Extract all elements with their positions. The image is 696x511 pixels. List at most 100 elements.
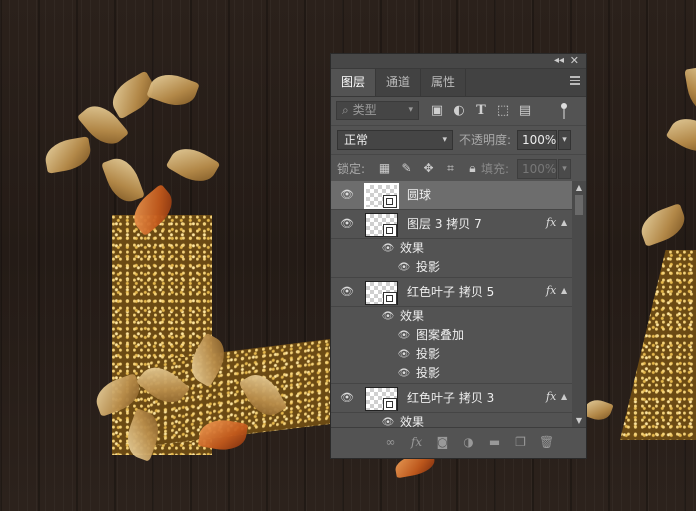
lock-paint-icon[interactable]: ✎ xyxy=(399,161,414,176)
eye-icon[interactable]: 👁︎ xyxy=(397,261,411,274)
lock-artboard-icon[interactable]: ⌗ xyxy=(443,161,458,176)
leaf-decoration xyxy=(684,64,696,116)
opacity-input[interactable]: 100% xyxy=(517,130,557,150)
effects-label: 效果 xyxy=(400,309,425,323)
new-group-icon[interactable]: ▬ xyxy=(487,435,502,450)
effect-name: 图案叠加 xyxy=(416,328,465,342)
adjustment-layer-icon[interactable]: ◑ xyxy=(461,435,476,450)
leaf-decoration xyxy=(165,140,221,190)
filter-type-label: 类型 xyxy=(352,103,377,117)
layer-name[interactable]: 红色叶子 拷贝 5 xyxy=(407,278,494,306)
leaf-decoration xyxy=(636,203,690,247)
scroll-down-icon[interactable]: ▼ xyxy=(572,416,586,425)
eye-icon[interactable]: 👁︎ xyxy=(397,348,411,361)
panel-title-bar[interactable]: ◂◂ ✕ xyxy=(331,54,586,69)
layer-row[interactable]: 👁︎ 图层 3 拷贝 7 fx ▲ xyxy=(331,210,572,239)
glitter-right-shape xyxy=(620,250,696,440)
effect-row[interactable]: 👁︎ 投影 xyxy=(331,364,572,383)
eye-icon[interactable]: 👁︎ xyxy=(340,188,354,202)
effects-label: 效果 xyxy=(400,415,425,427)
eye-icon[interactable]: 👁︎ xyxy=(381,242,395,255)
layer-row[interactable]: 👁︎ 红色叶子 拷贝 5 fx ▲ xyxy=(331,277,572,307)
eye-icon[interactable]: 👁︎ xyxy=(340,217,354,231)
effects-row[interactable]: 👁︎ 效果 xyxy=(331,239,572,258)
chevron-down-icon: ▾ xyxy=(408,105,413,115)
blend-mode-value: 正常 xyxy=(344,133,369,147)
adjustment-filter-icon[interactable]: ◐ xyxy=(451,103,467,119)
collapse-panel-icon[interactable]: ◂◂ xyxy=(554,54,564,68)
smart-object-badge-icon xyxy=(383,292,397,305)
layers-scrollbar[interactable]: ▲ ▼ xyxy=(572,181,586,427)
panel-bottom-toolbar: ∞ fx ◙ ◑ ▬ ❐ 🗑︎ xyxy=(331,427,586,458)
eye-icon[interactable]: 👁︎ xyxy=(397,329,411,342)
text-filter-icon[interactable]: T xyxy=(473,103,489,119)
eye-icon[interactable]: 👁︎ xyxy=(340,391,354,405)
layers-list: 👁︎ 圆球 👁︎ 图层 3 拷贝 7 fx ▲ 👁︎ 效果 👁︎ 投影 👁︎ 红… xyxy=(331,181,572,427)
shape-filter-icon[interactable]: ⬚ xyxy=(495,103,511,119)
fill-input[interactable]: 100% xyxy=(517,159,557,179)
smart-object-filter-icon[interactable]: ▤ xyxy=(517,103,533,119)
new-layer-icon[interactable]: ❐ xyxy=(513,435,528,450)
layer-name[interactable]: 图层 3 拷贝 7 xyxy=(407,210,482,238)
layer-name[interactable]: 红色叶子 拷贝 3 xyxy=(407,384,494,412)
fx-icon[interactable]: fx xyxy=(546,210,556,236)
layer-row[interactable]: 👁︎ 圆球 xyxy=(331,181,572,210)
effects-label: 效果 xyxy=(400,241,425,255)
scroll-up-icon[interactable]: ▲ xyxy=(572,183,586,192)
opacity-label: 不透明度: xyxy=(459,133,512,147)
blend-row: 正常 ▾ 不透明度: 100% ▾ xyxy=(331,126,586,155)
layer-row[interactable]: 👁︎ 红色叶子 拷贝 3 fx ▲ xyxy=(331,383,572,413)
blend-mode-select[interactable]: 正常 ▾ xyxy=(337,130,453,150)
bottom-icons: ∞ fx ◙ ◑ ▬ ❐ 🗑︎ xyxy=(383,435,555,450)
fill-label: 填充: xyxy=(481,162,510,176)
leaf-decoration xyxy=(101,153,145,207)
eye-icon[interactable]: 👁︎ xyxy=(381,310,395,323)
effect-name: 投影 xyxy=(416,260,441,274)
leaf-decoration xyxy=(146,68,200,112)
layer-name[interactable]: 圆球 xyxy=(407,181,431,209)
collapse-effects-icon[interactable]: ▲ xyxy=(561,210,567,236)
lock-position-icon[interactable]: ✥ xyxy=(421,161,436,176)
filter-toggle[interactable] xyxy=(560,103,567,119)
smart-object-badge-icon xyxy=(383,398,397,411)
fill-dropdown[interactable]: ▾ xyxy=(558,159,571,179)
fx-icon[interactable]: fx xyxy=(546,384,556,410)
close-icon[interactable]: ✕ xyxy=(570,54,579,68)
effect-row[interactable]: 👁︎ 图案叠加 xyxy=(331,326,572,345)
eye-icon[interactable]: 👁︎ xyxy=(397,367,411,380)
eye-icon[interactable]: 👁︎ xyxy=(340,285,354,299)
collapse-effects-icon[interactable]: ▲ xyxy=(561,278,567,304)
effect-row[interactable]: 👁︎ 投影 xyxy=(331,345,572,364)
image-filter-icon[interactable]: ▣ xyxy=(429,103,445,119)
effects-row[interactable]: 👁︎ 效果 xyxy=(331,413,572,427)
fx-icon[interactable]: fx xyxy=(546,278,556,304)
eye-icon[interactable]: 👁︎ xyxy=(381,416,395,427)
chevron-down-icon: ▾ xyxy=(442,135,447,145)
link-layers-icon[interactable]: ∞ xyxy=(383,435,398,450)
lock-all-icon[interactable]: 🔒︎ xyxy=(465,161,480,176)
add-mask-icon[interactable]: ◙ xyxy=(435,435,450,450)
smart-object-badge-icon xyxy=(383,195,397,208)
leaf-decoration xyxy=(665,110,696,160)
scroll-thumb[interactable] xyxy=(575,195,583,215)
tab-layers[interactable]: 图层 xyxy=(331,69,377,96)
lock-row: 锁定: ▦ ✎ ✥ ⌗ 🔒︎ 填充: 100% ▾ xyxy=(331,155,586,184)
tab-channels[interactable]: 通道 xyxy=(376,69,422,96)
fx-icon[interactable]: fx xyxy=(409,435,424,450)
opacity-dropdown[interactable]: ▾ xyxy=(558,130,571,150)
collapse-effects-icon[interactable]: ▲ xyxy=(561,384,567,410)
search-icon: ⌕ xyxy=(342,103,349,117)
layer-filter-select[interactable]: ⌕ 类型 ▾ xyxy=(336,101,419,120)
effect-name: 投影 xyxy=(416,366,441,380)
leaf-decoration xyxy=(42,136,94,174)
panel-menu-icon[interactable] xyxy=(570,76,580,85)
delete-layer-icon[interactable]: 🗑︎ xyxy=(539,435,554,450)
effect-row[interactable]: 👁︎ 投影 xyxy=(331,258,572,277)
tab-properties[interactable]: 属性 xyxy=(421,69,467,96)
lock-icons: ▦ ✎ ✥ ⌗ 🔒︎ xyxy=(377,161,480,176)
effect-name: 投影 xyxy=(416,347,441,361)
layers-panel: ◂◂ ✕ 图层 通道 属性 ⌕ 类型 ▾ ▣ ◐ T ⬚ ▤ 正常 ▾ 不透明度… xyxy=(330,53,587,459)
filter-row: ⌕ 类型 ▾ ▣ ◐ T ⬚ ▤ xyxy=(331,97,586,126)
effects-row[interactable]: 👁︎ 效果 xyxy=(331,307,572,326)
lock-transparent-icon[interactable]: ▦ xyxy=(377,161,392,176)
